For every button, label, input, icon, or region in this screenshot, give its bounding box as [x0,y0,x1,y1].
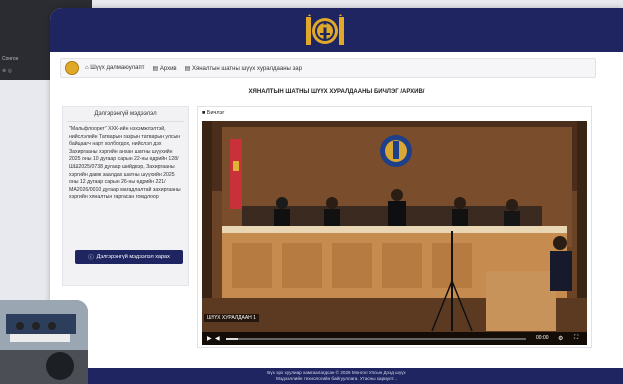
page-title: ХЯНАЛТЫН ШАТНЫ ШҮҮХ ХУРАЛДААНЫ БИЧЛЭГ /А… [248,89,425,95]
browser-page: ⌂ Шүүх далмаюулапт ▤ Архив ▤ Хяналтын ша… [50,8,623,384]
progress-fill [226,338,238,340]
archive-icon: ▤ [152,65,159,72]
list-icon: ▤ [184,65,191,72]
soyombo-emblem-icon[interactable] [306,14,344,48]
details-text: "Мальфлоорет" ХХК-ийн нэхэмжлэлтэй, нийс… [69,126,181,201]
video-panel-label-text: Бичлэг [206,110,225,116]
video-icon: ■ [202,110,206,116]
info-icon: ⓘ [88,255,94,261]
courtroom-photo-image [0,300,88,384]
site-header [50,8,623,52]
site-footer: Бүх эрх хуулиар хамгаалагдсан © 2026 Мон… [50,368,623,384]
breadcrumb-home[interactable]: ⌂ Шүүх далмаюулапт [85,65,144,71]
footer-line-2: Мэдээллийн технологийн байгууллага. Утас… [275,375,398,381]
progress-bar[interactable] [226,338,526,340]
logo-icon[interactable] [65,61,79,75]
breadcrumb-archive-label: Архив [159,65,177,72]
divider [67,121,184,122]
video-panel-label: ■ Бичлэг [202,110,224,116]
home-icon: ⌂ [85,65,89,71]
breadcrumb-current: ▤ Хяналтын шатны шүүх хуралдааны зар [185,65,302,72]
breadcrumb: ⌂ Шүүх далмаюулапт ▤ Архив ▤ Хяналтын ша… [60,58,596,78]
video-time: 00:00 [536,335,549,341]
fullscreen-icon[interactable]: ⛶ [574,335,578,342]
details-title: Дэлгэрэнгүй мэдээлэл [94,111,157,117]
details-button[interactable]: ⓘ Дэлгэрэнгүй мэдээлэл харах [75,250,183,264]
play-icon[interactable]: ▶ [207,335,212,342]
video-player[interactable]: ШҮҮХ ХУРАЛДААН 1 ▶ ◀ 00:00 ⚙ ⛶ [202,121,587,345]
courtroom-video-frame [202,121,587,345]
breadcrumb-home-label: Шүүх далмаюулапт [90,65,145,71]
video-controls: ▶ ◀ 00:00 ⚙ ⛶ [202,332,587,345]
details-button-label: Дэлгэрэнгүй мэдээлэл харах [96,254,170,260]
courtroom-photo [0,300,88,384]
video-panel: ■ Бичлэг ШҮҮХ ХУРАЛДААН 1 ▶ ◀ 00:00 ⚙ ⛶ [197,106,592,348]
details-panel: Дэлгэрэнгүй мэдээлэл "Мальфлоорет" ХХК-и… [62,106,189,286]
settings-icon[interactable]: ⚙ [558,335,563,342]
video-title: ШҮҮХ ХУРАЛДААН 1 [204,314,259,322]
breadcrumb-archive[interactable]: ▤ Архив [152,65,176,72]
background-text: Сонгон [2,56,19,62]
breadcrumb-current-label: Хяналтын шатны шүүх хуралдааны зар [191,65,302,72]
volume-icon[interactable]: ◀ [215,335,220,342]
background-icons: ⊕ ◎ [2,68,12,74]
